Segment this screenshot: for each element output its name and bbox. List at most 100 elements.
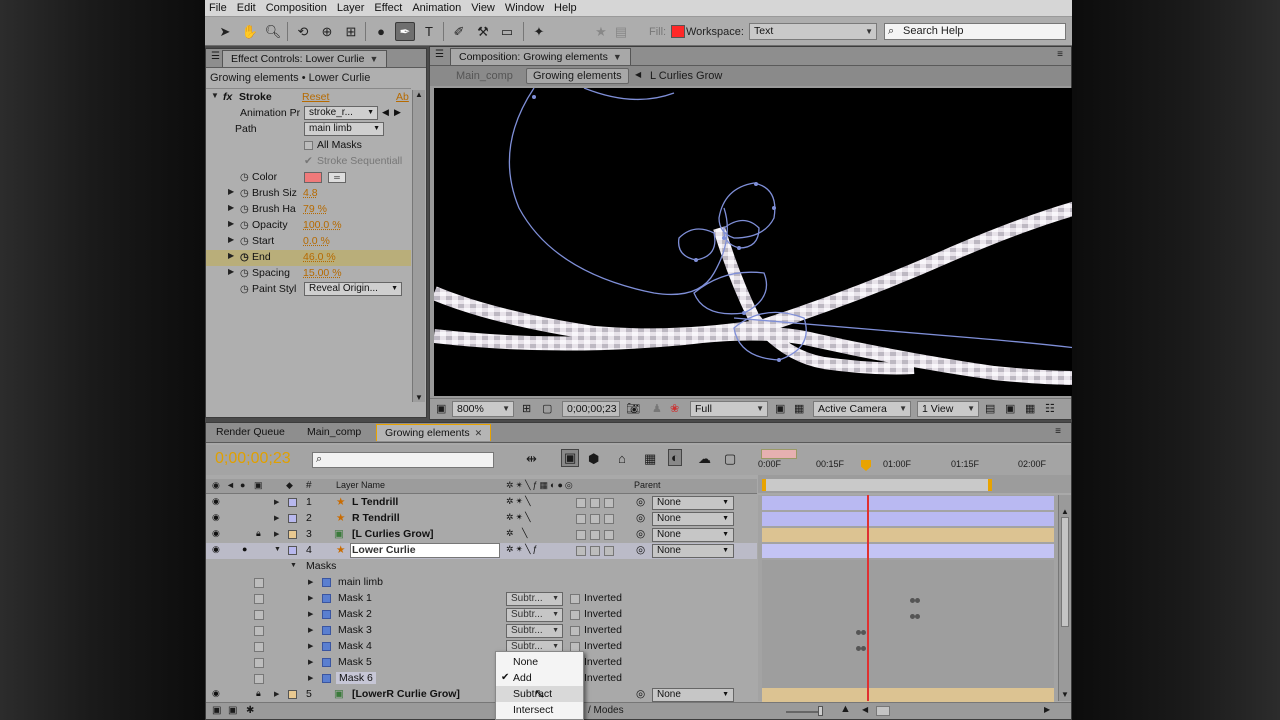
check-icon[interactable]: ✔: [304, 155, 313, 167]
layer-name[interactable]: R Tendrill: [352, 512, 400, 524]
next-preset-icon[interactable]: ▶: [394, 107, 401, 118]
effect-controls-scrollbar[interactable]: ▲ ▼: [412, 90, 425, 402]
mask-row-2[interactable]: ▶ Mask 2 Subtr... ▼ Inverted: [206, 607, 757, 623]
mask-mode-dropdown[interactable]: Subtr... ▼: [506, 608, 563, 622]
mask-name[interactable]: main limb: [338, 576, 383, 588]
eraser-tool-icon[interactable]: ▭: [497, 22, 517, 41]
work-area-bar[interactable]: [762, 479, 992, 491]
channel-icon[interactable]: ❀: [670, 402, 679, 415]
timeline-scrollbar[interactable]: ▲ ▼: [1058, 495, 1071, 701]
layer-row-1[interactable]: ◉ ▶ 1 ★ L Tendrill ✲✴╲ ◎ None ▼: [206, 495, 757, 511]
layer-name[interactable]: [L Curlies Grow]: [352, 528, 433, 540]
mask-lock-box[interactable]: [254, 594, 264, 604]
switch-box[interactable]: [604, 514, 614, 524]
resolution-dropdown[interactable]: Full ▼: [690, 401, 768, 417]
layer-icon[interactable]: ▤: [611, 22, 631, 41]
tab-render-queue[interactable]: Render Queue: [208, 424, 293, 441]
reset-link[interactable]: Reset: [302, 91, 329, 103]
eye-icon[interactable]: ◉: [212, 496, 220, 507]
menu-view[interactable]: View: [471, 2, 495, 14]
zoom-dropdown[interactable]: 800% ▼: [452, 401, 514, 417]
label-swatch[interactable]: [288, 690, 297, 699]
keyframe-marker[interactable]: [915, 614, 920, 619]
pen-tool-icon[interactable]: ✒: [395, 22, 415, 41]
path-dropdown[interactable]: main limb ▼: [304, 122, 384, 136]
eye-icon[interactable]: ◉: [212, 688, 220, 699]
mask-name[interactable]: Mask 6: [336, 672, 376, 684]
expand-modes-icon[interactable]: ✱: [246, 705, 254, 716]
keyframe-marker[interactable]: [915, 598, 920, 603]
zoom-tool-icon[interactable]: 🔍︎: [263, 22, 283, 41]
snapshot-icon[interactable]: 📷︎: [626, 402, 640, 415]
transparency-grid-icon[interactable]: ▦: [794, 402, 804, 415]
switch-box[interactable]: [576, 514, 586, 524]
keyframe-marker[interactable]: [861, 630, 866, 635]
layer-row-2[interactable]: ◉ ▶ 2 ★ R Tendrill ✲✴╲ ◎ None ▼: [206, 511, 757, 527]
current-time-display[interactable]: 0;00;00;23: [215, 450, 291, 468]
menu-layer[interactable]: Layer: [337, 2, 365, 14]
mask-row-4[interactable]: ▶ Mask 4 Subtr... ▼ Inverted: [206, 639, 757, 655]
motion-blur-icon[interactable]: ◐: [668, 449, 682, 466]
mask-color-swatch[interactable]: [322, 610, 331, 619]
layer-bar-5[interactable]: [762, 688, 1054, 702]
label-swatch[interactable]: [288, 498, 297, 507]
stroke-color-swatch[interactable]: [304, 172, 322, 183]
triangle-right-icon[interactable]: ▶: [274, 498, 279, 506]
tab-effect-controls[interactable]: Effect Controls: Lower Curlie ▼: [222, 50, 388, 67]
triangle-right-icon[interactable]: ▶: [228, 267, 234, 276]
eyedropper-icon[interactable]: ═: [328, 172, 346, 183]
mask-name[interactable]: Mask 4: [338, 640, 372, 652]
pan-behind-tool-icon[interactable]: ⊞: [341, 22, 361, 41]
graph-editor-icon[interactable]: ▢: [724, 451, 736, 467]
menu-edit[interactable]: Edit: [237, 2, 256, 14]
parent-dropdown[interactable]: None ▼: [652, 512, 734, 526]
expand-switches-icon[interactable]: ▣: [228, 705, 237, 716]
popup-item-intersect[interactable]: Intersect: [496, 702, 583, 718]
comp-flowchart-icon[interactable]: ▣: [212, 705, 221, 716]
triangle-right-icon[interactable]: ▶: [228, 251, 234, 260]
triangle-right-icon[interactable]: ▶: [274, 530, 279, 538]
triangle-right-icon[interactable]: ▶: [274, 690, 279, 698]
triangle-right-icon[interactable]: ▶: [308, 578, 313, 586]
hand-tool-icon[interactable]: ✋: [240, 22, 260, 41]
triangle-right-icon[interactable]: ▶: [228, 187, 234, 196]
stopwatch-icon[interactable]: ◷: [240, 268, 249, 279]
switches-icons[interactable]: ✲✴╲: [506, 496, 533, 507]
lock-icon[interactable]: 🔒︎: [256, 528, 261, 539]
pickwhip-icon[interactable]: ◎: [636, 496, 645, 508]
start-value[interactable]: 0.0 %: [303, 235, 330, 247]
mask-lock-box[interactable]: [254, 642, 264, 652]
triangle-right-icon[interactable]: ▶: [228, 235, 234, 244]
menu-composition[interactable]: Composition: [266, 2, 327, 14]
scroll-up-icon[interactable]: ▲: [1061, 507, 1069, 516]
live-update-icon[interactable]: ▣: [561, 449, 580, 467]
triangle-down-icon[interactable]: ▼: [290, 562, 297, 569]
views-dropdown[interactable]: 1 View ▼: [917, 401, 979, 417]
triangle-right-icon[interactable]: ▶: [308, 658, 313, 666]
frame-blending-icon[interactable]: ▦: [644, 451, 656, 467]
prev-preset-icon[interactable]: ◀: [382, 107, 389, 118]
brainstorm-icon[interactable]: ☁: [698, 451, 711, 467]
solo-icon[interactable]: ●: [242, 544, 247, 554]
panel-menu-icon[interactable]: ≡: [1057, 49, 1063, 60]
switch-box[interactable]: [576, 546, 586, 556]
inverted-checkbox[interactable]: [570, 594, 580, 604]
switch-box[interactable]: [590, 514, 600, 524]
layer-bar-3[interactable]: [762, 528, 1054, 542]
lock-icon[interactable]: 🔒︎: [256, 688, 261, 699]
mask-lock-box[interactable]: [254, 674, 264, 684]
triangle-right-icon[interactable]: ▶: [274, 514, 279, 522]
switch-box[interactable]: [590, 530, 600, 540]
triangle-right-icon[interactable]: ▶: [308, 594, 313, 602]
pickwhip-icon[interactable]: ◎: [636, 688, 645, 700]
stopwatch-icon[interactable]: ◷: [240, 188, 249, 199]
search-help-field[interactable]: ⌕ Search Help: [884, 23, 1066, 40]
layer-row-5[interactable]: ◉ 🔒︎ ▶ 5 ▣ [LowerR Curlie Grow] ◎ None ▼: [206, 687, 757, 703]
fx-icon[interactable]: fx: [223, 91, 232, 103]
tab-composition[interactable]: Composition: Growing elements ▼: [450, 48, 631, 65]
brush-hardness-value[interactable]: 79 %: [303, 203, 327, 215]
mask-lock-box[interactable]: [254, 578, 264, 588]
triangle-right-icon[interactable]: ▶: [308, 626, 313, 634]
tab-main-comp[interactable]: Main_comp: [299, 424, 369, 441]
layer-bar-2[interactable]: [762, 512, 1054, 526]
